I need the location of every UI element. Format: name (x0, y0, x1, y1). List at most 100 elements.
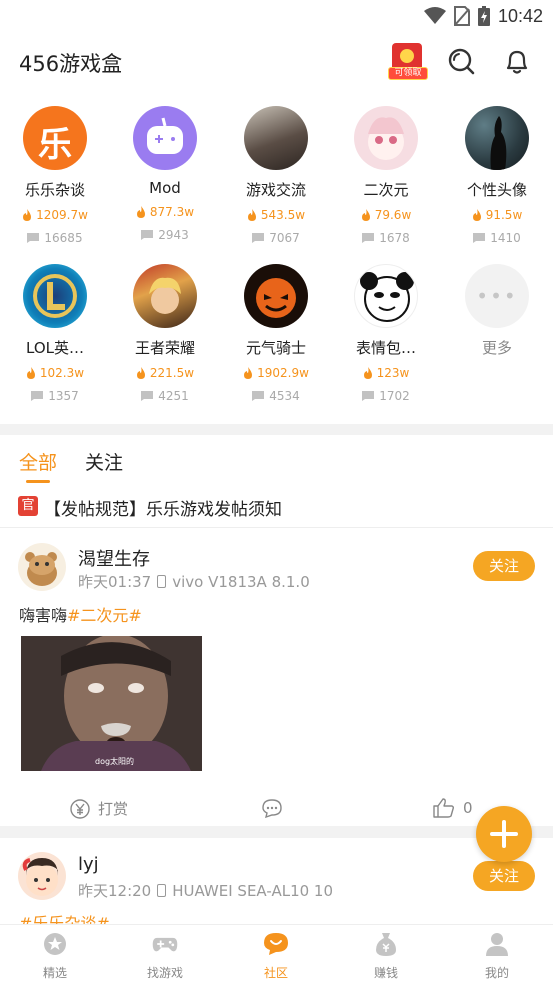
follow-button[interactable]: 关注 (473, 861, 535, 891)
feed-tabs: 全部 关注 (0, 440, 553, 486)
section-divider (0, 826, 553, 838)
board-posts: 1702 (379, 389, 410, 403)
nav-community[interactable]: 社区 (221, 931, 331, 981)
board-avatar (465, 106, 529, 170)
post-time: 昨天01:37 (78, 573, 152, 591)
board-heat: 91.5w (485, 208, 523, 222)
flame-icon (244, 367, 253, 379)
post-username[interactable]: lyj (78, 854, 99, 875)
post-card[interactable]: lyj 昨天12:20 HUAWEI SEA-AL10 10 关注 #乐乐杂谈# (0, 838, 553, 924)
comment-icon (262, 799, 282, 818)
board-name: Mod (149, 179, 181, 197)
person-icon (486, 933, 508, 956)
post-topic[interactable]: #乐乐杂谈# (19, 914, 110, 924)
board-posts: 4534 (269, 389, 300, 403)
board-name: 游戏交流 (245, 181, 306, 199)
board-name: 王者荣耀 (134, 339, 195, 357)
board-mod[interactable]: Mod 877.3w 2943 (110, 106, 220, 242)
board-posts: 2943 (158, 228, 189, 242)
like-button[interactable]: 0 (433, 798, 473, 818)
flame-icon (472, 209, 481, 221)
flame-icon (136, 206, 145, 218)
board-heat: 877.3w (149, 205, 195, 219)
board-name: 个性头像 (466, 181, 527, 199)
create-post-button[interactable] (476, 806, 532, 862)
tab-follow[interactable]: 关注 (85, 448, 123, 475)
comment-button[interactable] (262, 798, 282, 818)
board-avatar (244, 106, 308, 170)
post-device: vivo V1813A 8.1.0 (172, 572, 310, 591)
board-avatar-style[interactable]: 个性头像 91.5w 1410 (442, 106, 552, 245)
nav-label: 我的 (484, 966, 509, 980)
post-card[interactable]: 渴望生存 昨天01:37 vivo V1813A 8.1.0 关注 嗨害嗨#二次… (0, 529, 553, 826)
nav-label: 找游戏 (146, 966, 183, 980)
board-honor-of-kings[interactable]: 王者荣耀 221.5w 4251 (110, 264, 220, 403)
post-image[interactable]: dog太阳的 (21, 636, 202, 771)
nav-mine[interactable]: 我的 (442, 931, 552, 981)
message-icon (473, 233, 486, 243)
board-heat: 123w (376, 366, 410, 380)
tip-button[interactable]: 打赏 (70, 798, 128, 819)
status-time: 10:42 (497, 5, 543, 26)
post-text: 嗨害嗨 (19, 606, 68, 625)
phone-icon (157, 884, 167, 897)
flame-icon (23, 209, 32, 221)
money-bag-icon (376, 933, 396, 956)
chat-bubble-icon (264, 933, 288, 955)
flame-icon (363, 367, 372, 379)
board-soul-knight[interactable]: 元气骑士 1902.9w 4534 (221, 264, 331, 403)
board-avatar (23, 264, 87, 328)
post-actions: 打赏 0 (0, 792, 553, 826)
official-badge: 官 (18, 496, 38, 516)
search-icon[interactable] (446, 46, 476, 76)
red-packet-button[interactable]: 可领取 (385, 41, 431, 81)
message-icon (252, 233, 265, 243)
board-more[interactable]: ••• 更多 (442, 264, 552, 358)
red-packet-label: 可领取 (388, 67, 428, 80)
more-icon: ••• (465, 264, 529, 328)
tab-all[interactable]: 全部 (19, 448, 57, 475)
battery-icon (477, 6, 490, 26)
board-anime[interactable]: 二次元 79.6w 1678 (331, 106, 441, 245)
board-name: 元气骑士 (245, 339, 306, 357)
board-posts: 1678 (379, 231, 410, 245)
message-icon (31, 391, 44, 401)
star-badge-icon (44, 933, 66, 955)
message-icon (362, 233, 375, 243)
nav-earn[interactable]: 赚钱 (331, 931, 441, 981)
board-name: LOL英… (26, 339, 84, 357)
image-caption: dog太阳的 (95, 757, 135, 766)
post-topic[interactable]: #二次元# (67, 606, 142, 625)
board-posts: 16685 (44, 231, 83, 245)
board-heat: 1209.7w (36, 208, 88, 222)
board-avatar (354, 264, 418, 328)
board-lol[interactable]: LOL英… 102.3w 1357 (0, 264, 110, 403)
board-game-chat[interactable]: 游戏交流 543.5w 7067 (221, 106, 331, 245)
board-name: 表情包… (355, 339, 416, 357)
avatar[interactable] (18, 852, 66, 900)
nav-featured[interactable]: 精选 (0, 931, 110, 981)
board-posts: 1410 (490, 231, 521, 245)
board-lele-zatan[interactable]: 乐 乐乐杂谈 1209.7w 16685 (0, 106, 110, 245)
status-bar: 10:42 (0, 0, 553, 32)
board-avatar (133, 264, 197, 328)
message-icon (362, 391, 375, 401)
like-count: 0 (463, 799, 473, 817)
flame-icon (26, 367, 35, 379)
section-divider (0, 424, 553, 435)
board-posts: 1357 (48, 389, 79, 403)
message-icon (27, 233, 40, 243)
board-heat: 221.5w (149, 366, 195, 380)
board-heat: 543.5w (260, 208, 306, 222)
follow-button[interactable]: 关注 (473, 551, 535, 581)
bottom-nav: 精选 找游戏 社区 赚钱 我的 (0, 924, 553, 983)
nav-label: 赚钱 (373, 966, 398, 980)
avatar[interactable] (18, 543, 66, 591)
board-memes[interactable]: 表情包… 123w 1702 (331, 264, 441, 403)
nav-find-games[interactable]: 找游戏 (110, 931, 220, 981)
post-username[interactable]: 渴望生存 (78, 545, 150, 571)
board-avatar (354, 106, 418, 170)
bell-icon[interactable] (502, 46, 532, 76)
board-avatar (133, 106, 197, 170)
official-notice[interactable]: 官 【发帖规范】乐乐游戏发帖须知 (0, 490, 553, 528)
